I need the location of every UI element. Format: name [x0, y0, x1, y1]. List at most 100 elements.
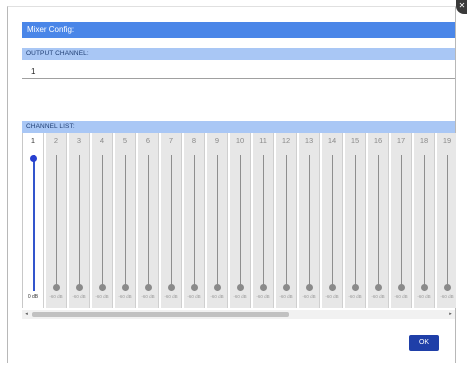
channel-number: 10 — [235, 136, 245, 145]
channel-strip: 7 -60 dB — [161, 133, 182, 308]
fader-track[interactable] — [102, 155, 103, 291]
dialog-title: Mixer Config: — [22, 22, 455, 38]
channel-number: 18 — [419, 136, 429, 145]
fader-knob[interactable] — [168, 284, 175, 291]
channel-strip: 14 -60 dB — [322, 133, 343, 308]
level-readout: -60 dB — [325, 294, 339, 299]
fader-track[interactable] — [194, 155, 195, 291]
fader-knob[interactable] — [76, 284, 83, 291]
channel-number: 15 — [350, 136, 360, 145]
fader-knob[interactable] — [421, 284, 428, 291]
channel-strip: 6 -60 dB — [138, 133, 159, 308]
level-readout: -60 dB — [394, 294, 408, 299]
fader-knob[interactable] — [375, 284, 382, 291]
channel-list-header: CHANNEL LIST: — [22, 121, 455, 133]
fader-knob[interactable] — [214, 284, 221, 291]
channel-number: 13 — [304, 136, 314, 145]
scroll-right-arrow-icon[interactable]: ▸ — [446, 310, 455, 319]
channel-strip: 13 -60 dB — [299, 133, 320, 308]
level-readout: -60 dB — [348, 294, 362, 299]
fader-track[interactable] — [148, 155, 149, 291]
fader-track[interactable] — [79, 155, 80, 291]
close-icon[interactable]: ✕ — [456, 0, 467, 14]
channel-number: 4 — [99, 136, 105, 145]
fader-track[interactable] — [56, 155, 57, 291]
channel-strip: 1 0 dB — [23, 133, 44, 308]
channel-number: 16 — [373, 136, 383, 145]
channel-strip: 16 -60 dB — [368, 133, 389, 308]
level-readout: -60 dB — [256, 294, 270, 299]
fader-knob[interactable] — [53, 284, 60, 291]
fader-track[interactable] — [286, 155, 287, 291]
fader-knob[interactable] — [145, 284, 152, 291]
fader-knob[interactable] — [30, 155, 37, 162]
level-readout: -60 dB — [302, 294, 316, 299]
fader-knob[interactable] — [352, 284, 359, 291]
ok-button[interactable]: OK — [409, 335, 439, 351]
level-readout: -60 dB — [440, 294, 454, 299]
level-readout: -60 dB — [187, 294, 201, 299]
channel-strip: 18 -60 dB — [414, 133, 435, 308]
scroll-left-arrow-icon[interactable]: ◂ — [22, 310, 31, 319]
channel-number: 5 — [122, 136, 128, 145]
channel-number: 8 — [191, 136, 197, 145]
level-readout: -60 dB — [371, 294, 385, 299]
fader-track[interactable] — [240, 155, 241, 291]
fader-track[interactable] — [424, 155, 425, 291]
channel-number: 6 — [145, 136, 151, 145]
channel-list: 1 0 dB 2 -60 dB 3 -60 dB 4 -60 dB 5 -60 dB 6 -60 dB… — [22, 133, 456, 308]
fader-track[interactable] — [33, 155, 35, 291]
fader-knob[interactable] — [444, 284, 451, 291]
channel-strip: 9 -60 dB — [207, 133, 228, 308]
fader-track[interactable] — [125, 155, 126, 291]
channel-strip: 8 -60 dB — [184, 133, 205, 308]
fader-track[interactable] — [217, 155, 218, 291]
channel-strip: 3 -60 dB — [69, 133, 90, 308]
level-readout: -60 dB — [141, 294, 155, 299]
fader-track[interactable] — [378, 155, 379, 291]
scrollbar-thumb[interactable] — [32, 312, 289, 317]
channel-number: 9 — [214, 136, 220, 145]
channel-strip: 17 -60 dB — [391, 133, 412, 308]
channel-number: 17 — [396, 136, 406, 145]
fader-knob[interactable] — [283, 284, 290, 291]
fader-knob[interactable] — [398, 284, 405, 291]
channel-number: 12 — [281, 136, 291, 145]
fader-knob[interactable] — [99, 284, 106, 291]
level-readout: -60 dB — [118, 294, 132, 299]
channel-number: 14 — [327, 136, 337, 145]
channel-strip: 2 -60 dB — [46, 133, 67, 308]
fader-track[interactable] — [263, 155, 264, 291]
channel-strip: 10 -60 dB — [230, 133, 251, 308]
channel-strip: 15 -60 dB — [345, 133, 366, 308]
fader-knob[interactable] — [306, 284, 313, 291]
output-channel-field[interactable]: 1 — [22, 65, 455, 79]
level-readout: -60 dB — [95, 294, 109, 299]
channel-strip: 5 -60 dB — [115, 133, 136, 308]
fader-knob[interactable] — [260, 284, 267, 291]
level-readout: -60 dB — [417, 294, 431, 299]
level-readout: -60 dB — [72, 294, 86, 299]
fader-knob[interactable] — [237, 284, 244, 291]
fader-knob[interactable] — [122, 284, 129, 291]
channel-number: 7 — [168, 136, 174, 145]
channel-strip: 11 -60 dB — [253, 133, 274, 308]
channel-number: 2 — [53, 136, 59, 145]
fader-knob[interactable] — [191, 284, 198, 291]
level-readout: 0 dB — [27, 294, 39, 300]
fader-track[interactable] — [309, 155, 310, 291]
level-readout: -60 dB — [164, 294, 178, 299]
fader-track[interactable] — [355, 155, 356, 291]
channel-strip: 4 -60 dB — [92, 133, 113, 308]
fader-track[interactable] — [447, 155, 448, 291]
fader-knob[interactable] — [329, 284, 336, 291]
level-readout: -60 dB — [49, 294, 63, 299]
fader-track[interactable] — [171, 155, 172, 291]
level-readout: -60 dB — [233, 294, 247, 299]
level-readout: -60 dB — [279, 294, 293, 299]
channel-strip: 12 -60 dB — [276, 133, 297, 308]
fader-track[interactable] — [332, 155, 333, 291]
level-readout: -60 dB — [210, 294, 224, 299]
fader-track[interactable] — [401, 155, 402, 291]
horizontal-scrollbar[interactable]: ◂ ▸ — [22, 310, 455, 319]
